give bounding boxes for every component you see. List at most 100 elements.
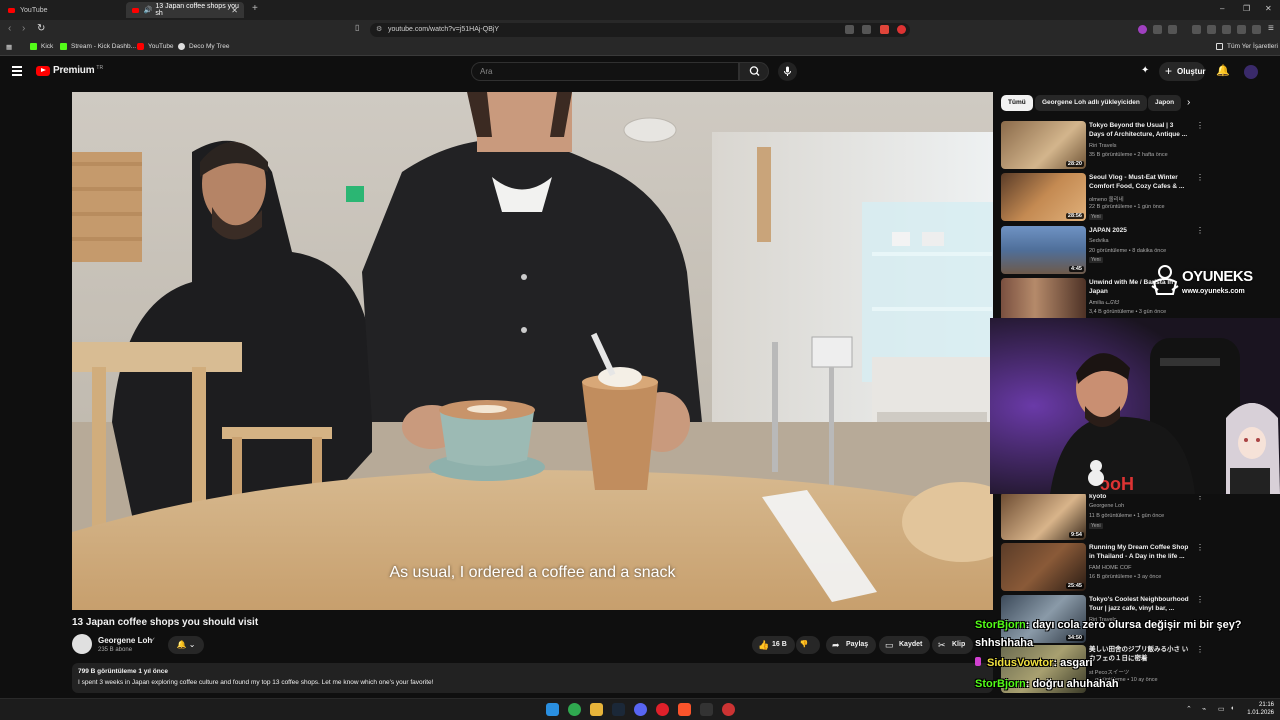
brave-shield-icon[interactable] <box>880 25 889 34</box>
display-icon[interactable]: ▭ <box>1218 705 1225 713</box>
bookmark-page-icon[interactable]: ▯ <box>355 23 359 32</box>
recommendation-channel[interactable]: Amilia ᓚᘏᗢ <box>1089 300 1119 307</box>
recommendation-title[interactable]: JAPAN 2025 <box>1089 226 1189 235</box>
search-input[interactable]: Ara <box>471 62 739 81</box>
apps-grid-icon[interactable]: ▦ <box>6 43 12 51</box>
chat-badge-icon <box>975 657 981 666</box>
recommendation-item[interactable]: 9:54 kyoto Georgene Loh 11 B görüntüleme… <box>1001 492 1204 542</box>
discord-icon[interactable] <box>634 703 647 716</box>
recommendation-channel[interactable]: Riri Travels <box>1089 143 1117 149</box>
network-icon[interactable]: ⌁ <box>1202 705 1206 713</box>
vpn-icon[interactable] <box>1237 25 1246 34</box>
steam-icon[interactable] <box>612 703 625 716</box>
recommendation-title[interactable]: Tokyo Beyond the Usual | 3 Days of Archi… <box>1089 121 1189 139</box>
share-page-icon[interactable] <box>862 25 871 34</box>
clock-date[interactable]: 1.01.2026 <box>1240 710 1274 716</box>
hamburger-menu-icon[interactable] <box>12 66 22 76</box>
notifications-bell-icon[interactable]: 🔔 <box>1216 64 1230 77</box>
dislike-button[interactable]: 👎 <box>796 636 820 654</box>
upload-icon[interactable]: ✦ <box>1141 65 1149 76</box>
extension-icon[interactable] <box>1138 25 1147 34</box>
recommendation-item[interactable]: 25:45 Running My Dream Coffee Shop in Th… <box>1001 543 1204 593</box>
video-thumbnail[interactable]: 25:45 <box>1001 543 1086 591</box>
more-options-icon[interactable]: ⋮ <box>1196 121 1204 130</box>
chip-from-channel[interactable]: Georgene Loh adlı yükleyiciden <box>1035 95 1147 111</box>
bookmark-deco-my-tree[interactable]: Deco My Tree <box>178 43 229 50</box>
video-thumbnail[interactable]: 28:56 <box>1001 173 1086 221</box>
more-options-icon[interactable]: ⋮ <box>1196 173 1204 182</box>
bookmark-youtube[interactable]: YouTube <box>137 43 174 50</box>
app-icon[interactable] <box>722 703 735 716</box>
brave-icon[interactable] <box>678 703 691 716</box>
more-options-icon[interactable]: ⋮ <box>1196 595 1204 604</box>
bookmark-kick[interactable]: Kick <box>30 43 53 50</box>
more-options-icon[interactable]: ⋮ <box>1196 226 1204 235</box>
recommendation-title[interactable]: 美しい田舎のジブリ飯みる小さ いカフェの１日に密着 <box>1089 645 1189 663</box>
recommendation-channel[interactable]: Georgene Loh <box>1089 503 1124 509</box>
minimize-button[interactable]: – <box>1220 4 1224 13</box>
recommendation-item[interactable]: 28:20 Tokyo Beyond the Usual | 3 Days of… <box>1001 121 1204 171</box>
chevron-right-icon[interactable]: › <box>1187 97 1190 108</box>
like-button[interactable]: 👍 16 B <box>752 636 795 654</box>
search-button[interactable] <box>739 62 769 81</box>
video-player[interactable]: As usual, I ordered a coffee and a snack <box>72 92 993 610</box>
app-icon[interactable] <box>700 703 713 716</box>
chip-all[interactable]: Tümü <box>1001 95 1033 111</box>
close-tab-icon[interactable]: ✕ <box>231 6 238 15</box>
wallet-icon[interactable] <box>1222 25 1231 34</box>
recommendation-item[interactable]: 28:56 Seoul Vlog - Must-Eat Winter Comfo… <box>1001 173 1204 223</box>
youtube-premium-logo[interactable]: Premium TR <box>36 65 103 76</box>
file-explorer-icon[interactable] <box>590 703 603 716</box>
url-field[interactable]: ⚙ youtube.com/watch?v=j51HAj-QBjY <box>370 23 910 37</box>
screen-icon[interactable] <box>845 25 854 34</box>
channel-avatar[interactable] <box>72 634 92 654</box>
clock-time[interactable]: 21:16 <box>1246 702 1274 708</box>
channel-name-link[interactable]: Georgene Loh <box>98 636 152 645</box>
profile-icon[interactable] <box>1252 25 1261 34</box>
bookmark-kick-dashboard[interactable]: Stream - Kick Dashb... <box>60 43 136 50</box>
tab-youtube[interactable]: YouTube <box>2 2 120 18</box>
opera-icon[interactable] <box>656 703 669 716</box>
video-thumbnail[interactable]: 9:54 <box>1001 492 1086 540</box>
music-icon[interactable] <box>1192 25 1201 34</box>
chrome-icon[interactable] <box>568 703 581 716</box>
tab-video[interactable]: 🔊 13 Japan coffee shops you sh ✕ <box>126 2 244 18</box>
new-tab-button[interactable]: + <box>252 3 258 14</box>
extension-icon[interactable] <box>1168 25 1177 34</box>
subscribed-bell-button[interactable]: 🔔 ⌄ <box>168 636 204 654</box>
extension-icon[interactable] <box>1153 25 1162 34</box>
youtube-favicon-icon <box>8 7 15 13</box>
menu-dots-icon[interactable]: ≡ <box>1268 23 1274 34</box>
more-options-icon[interactable]: ⋮ <box>1196 645 1204 654</box>
recommendation-channel[interactable]: Sedvika <box>1089 238 1109 244</box>
site-info-icon[interactable]: ⚙ <box>376 23 382 37</box>
voice-search-button[interactable] <box>778 62 797 81</box>
recommendation-title[interactable]: Tokyo's Coolest Neighbourhood Tour | jaz… <box>1089 595 1189 613</box>
chevron-up-icon[interactable]: ⌃ <box>1186 705 1192 713</box>
close-window-button[interactable]: ✕ <box>1265 4 1272 13</box>
clip-button[interactable]: ✂ Klip <box>932 636 974 654</box>
all-bookmarks[interactable]: Tüm Yer İşaretleri <box>1216 43 1278 50</box>
recommendation-channel[interactable]: FAM HOME COF <box>1089 565 1131 571</box>
create-button[interactable]: + Oluştur <box>1159 62 1205 81</box>
maximize-button[interactable]: ❐ <box>1243 4 1250 13</box>
share-button[interactable]: ➦ Paylaş <box>826 636 877 654</box>
video-thumbnail[interactable]: 4:45 <box>1001 226 1086 274</box>
start-windows-icon[interactable] <box>546 703 559 716</box>
forward-icon[interactable]: › <box>22 23 25 34</box>
brave-rewards-icon[interactable] <box>897 25 906 34</box>
recommendation-title[interactable]: Seoul Vlog - Must-Eat Winter Comfort Foo… <box>1089 173 1189 191</box>
back-icon[interactable]: ‹ <box>8 23 11 34</box>
speaker-icon[interactable]: ◖ <box>1230 705 1234 712</box>
reload-icon[interactable]: ↻ <box>37 23 45 34</box>
more-options-icon[interactable]: ⋮ <box>1196 543 1204 552</box>
sidebar-icon[interactable] <box>1207 25 1216 34</box>
video-thumbnail[interactable]: 28:20 <box>1001 121 1086 169</box>
recommendation-title[interactable]: Running My Dream Coffee Shop in Thailand… <box>1089 543 1189 561</box>
avatar[interactable] <box>1244 65 1258 79</box>
description-box[interactable]: 799 B görüntüleme 1 yıl önce I spent 3 w… <box>72 663 993 693</box>
recommendation-channel[interactable]: st Pecoスイーツ <box>1089 668 1129 676</box>
save-button[interactable]: ▭ Kaydet <box>879 636 931 654</box>
recommendation-channel[interactable]: olmeno 올리네 <box>1089 195 1124 203</box>
chip-japan[interactable]: Japon <box>1148 95 1182 111</box>
